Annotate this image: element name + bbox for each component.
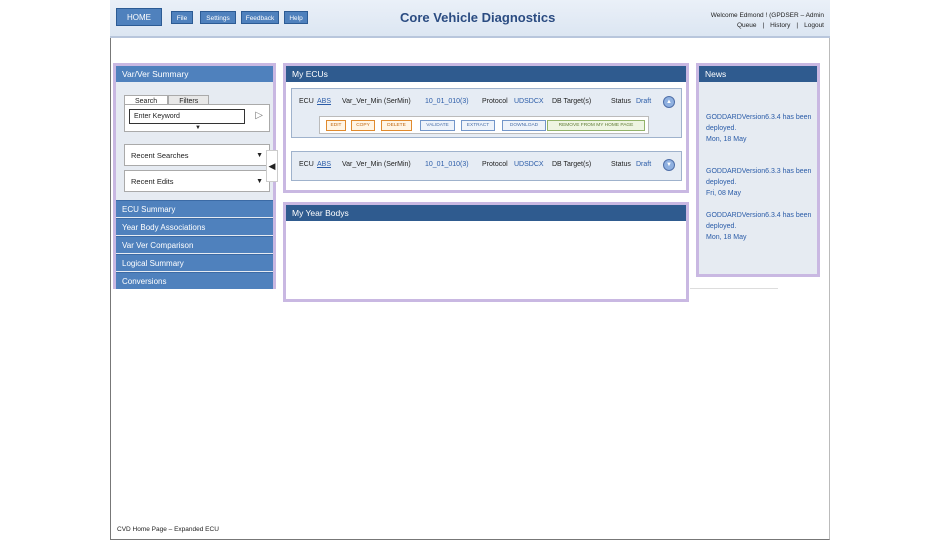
ecu-row-collapsed: ECU ABS Var_Ver_Min (SerMin) 10_01_010(3… (291, 151, 682, 181)
var-value[interactable]: 10_01_010(3) (425, 98, 469, 105)
status-value: Draft (636, 98, 652, 105)
dropdown-caret-icon[interactable]: ▼ (195, 125, 201, 131)
status-value: Draft (636, 161, 652, 168)
chevron-down-icon: ▼ (256, 178, 263, 185)
sidebar-item-logical-summary[interactable]: Logical Summary (116, 254, 273, 271)
news-panel: News GODDARDVersion6.3.4 has been deploy… (696, 63, 820, 277)
app-title: Core Vehicle Diagnostics (400, 10, 556, 25)
ecu-link[interactable]: ABS (317, 161, 331, 168)
history-link[interactable]: History (770, 22, 790, 29)
panel-title: My Year Bodys (286, 205, 686, 221)
news-text[interactable]: GODDARDVersion6.3.4 has been deployed. (706, 112, 816, 134)
var-label: Var_Ver_Min (SerMin) (342, 98, 411, 105)
search-box: Enter Keyword ▷ ▼ (124, 104, 270, 132)
my-year-bodys-panel: My Year Bodys (283, 202, 689, 302)
news-date: Mon, 18 May (706, 234, 747, 241)
header-links: Queue | History | Logout (736, 22, 824, 29)
header-bar: HOME File Settings Feedback Help Core Ve… (110, 0, 830, 38)
home-button[interactable]: HOME (116, 8, 162, 26)
recent-searches-dropdown[interactable]: Recent Searches ▼ (124, 144, 270, 166)
page-caption: CVD Home Page – Expanded ECU (117, 526, 219, 533)
ecu-label: ECU (299, 161, 314, 168)
recent-edits-dropdown[interactable]: Recent Edits ▼ (124, 170, 270, 192)
delete-button[interactable]: DELETE (381, 120, 412, 131)
expand-down-icon[interactable]: ▼ (663, 159, 675, 171)
news-date: Mon, 18 May (706, 136, 747, 143)
news-item: GODDARDVersion6.3.4 has been deployed. M… (706, 112, 816, 145)
chevron-down-icon: ▼ (256, 152, 263, 159)
search-input[interactable]: Enter Keyword (129, 109, 245, 124)
sidebar-item-year-body-associations[interactable]: Year Body Associations (116, 218, 273, 235)
download-button[interactable]: DOWNLOAD (502, 120, 546, 131)
panel-title: My ECUs (286, 66, 686, 82)
db-targets-label: DB Target(s) (552, 161, 592, 168)
sidebar-item-var-ver-comparison[interactable]: Var Ver Comparison (116, 236, 273, 253)
var-value[interactable]: 10_01_010(3) (425, 161, 469, 168)
news-date: Fri, 08 May (706, 190, 742, 197)
edit-button[interactable]: EDIT (326, 120, 346, 131)
recent-edits-label: Recent Edits (131, 177, 174, 186)
my-ecus-panel: My ECUs ECU ABS Var_Ver_Min (SerMin) 10_… (283, 63, 689, 193)
news-item: GODDARDVersion6.3.3 has been deployed. F… (706, 166, 816, 199)
news-text[interactable]: GODDARDVersion6.3.4 has been deployed. (706, 210, 816, 232)
validate-button[interactable]: VALIDATE (420, 120, 455, 131)
help-menu-button[interactable]: Help (284, 11, 308, 24)
var-ver-summary-panel: Var/Ver Summary Search Filters Enter Keyw… (113, 63, 276, 289)
divider (690, 288, 778, 289)
db-targets-label: DB Target(s) (552, 98, 592, 105)
news-item: GODDARDVersion6.3.4 has been deployed. M… (706, 210, 816, 243)
panel-title: News (699, 66, 817, 82)
var-label: Var_Ver_Min (SerMin) (342, 161, 411, 168)
collapse-left-icon[interactable]: ◀ (266, 150, 278, 182)
ecu-label: ECU (299, 98, 314, 105)
protocol-label: Protocol (482, 98, 508, 105)
news-text[interactable]: GODDARDVersion6.3.3 has been deployed. (706, 166, 816, 188)
protocol-value: UDSDCX (514, 161, 544, 168)
welcome-text: Welcome Edmond ! (GPDSER – Admin (710, 12, 824, 19)
panel-title: Var/Ver Summary (116, 66, 273, 82)
sidebar-item-ecu-summary[interactable]: ECU Summary (116, 200, 273, 217)
queue-link[interactable]: Queue (737, 22, 757, 29)
collapse-up-icon[interactable]: ▲ (663, 96, 675, 108)
ecu-link[interactable]: ABS (317, 98, 331, 105)
copy-button[interactable]: COPY (351, 120, 375, 131)
status-label: Status (611, 98, 631, 105)
ecu-actions-bar: EDIT COPY DELETE VALIDATE EXTRACT DOWNLO… (319, 116, 649, 134)
feedback-menu-button[interactable]: Feedback (241, 11, 279, 24)
sidebar-item-conversions[interactable]: Conversions (116, 272, 273, 289)
extract-button[interactable]: EXTRACT (461, 120, 495, 131)
protocol-value: UDSDCX (514, 98, 544, 105)
go-arrow-icon[interactable]: ▷ (255, 110, 263, 121)
status-label: Status (611, 161, 631, 168)
file-menu-button[interactable]: File (171, 11, 193, 24)
protocol-label: Protocol (482, 161, 508, 168)
remove-from-home-button[interactable]: REMOVE FROM MY HOME PAGE (547, 120, 645, 131)
logout-link[interactable]: Logout (804, 22, 824, 29)
recent-searches-label: Recent Searches (131, 151, 189, 160)
settings-menu-button[interactable]: Settings (200, 11, 236, 24)
